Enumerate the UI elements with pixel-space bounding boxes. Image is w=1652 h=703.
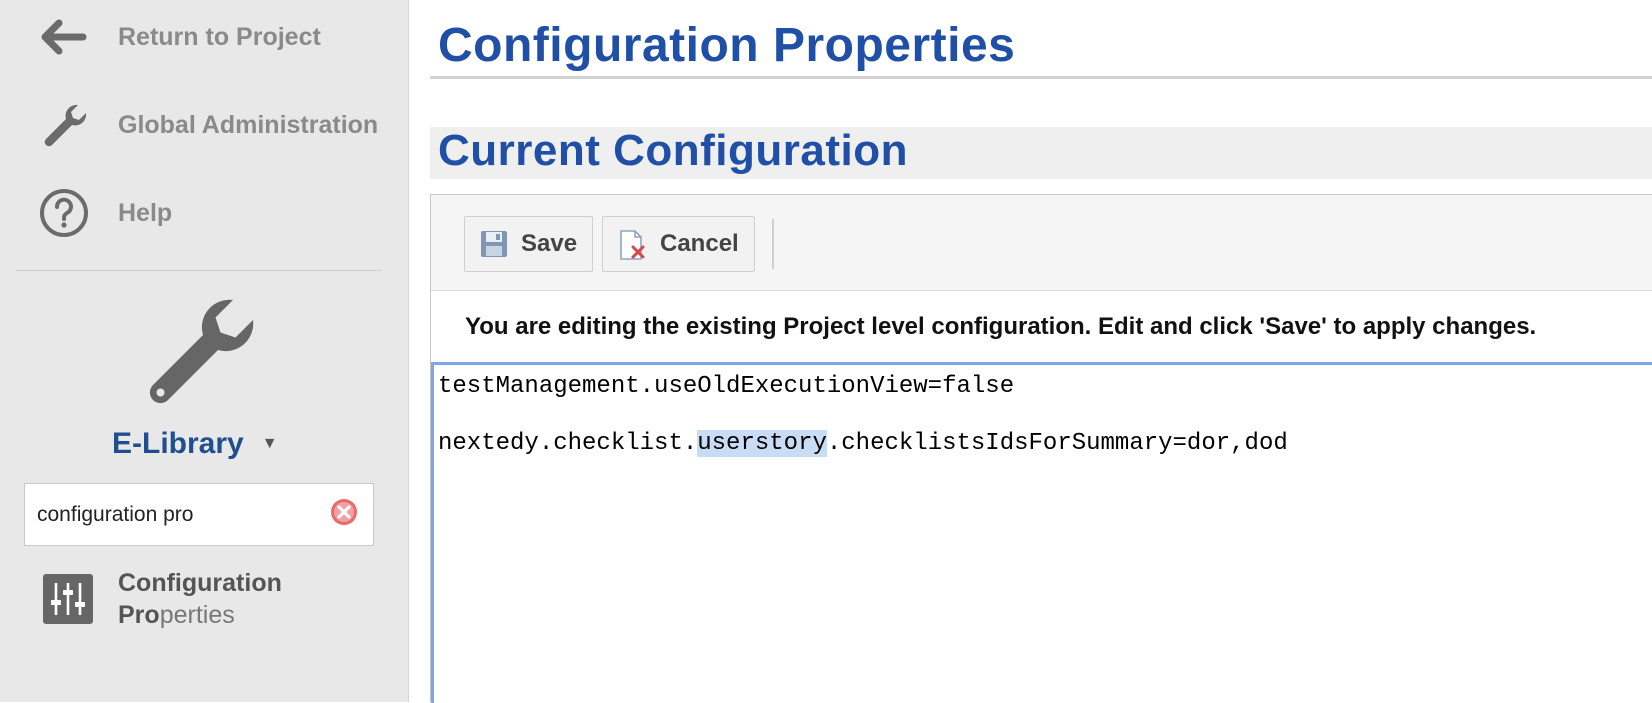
cancel-button[interactable]: Cancel [602, 216, 755, 272]
editing-info-message: You are editing the existing Project lev… [465, 313, 1537, 340]
return-to-project-link[interactable]: Return to Project [0, 2, 409, 72]
wrench-icon [38, 99, 90, 151]
editor-line-2: nextedy.checklist.userstory.checklistsId… [438, 430, 1288, 457]
sidebar: Return to Project Global Administration … [0, 0, 409, 702]
main-content: Configuration Properties Current Configu… [410, 0, 1652, 703]
sidebar-divider [16, 270, 382, 271]
caret-down-icon: ▼ [261, 435, 278, 452]
cancel-label: Cancel [660, 230, 739, 257]
page-title: Configuration Properties [438, 19, 1016, 72]
arrow-left-icon [38, 11, 90, 63]
help-circle-icon [38, 187, 90, 239]
search-result-label: Configuration Properties [118, 567, 282, 631]
navigation-search [24, 483, 374, 546]
cancel-document-icon [617, 229, 647, 260]
help-link[interactable]: Help [0, 178, 409, 248]
editor-text-selection: userstory [697, 430, 827, 457]
global-administration-link[interactable]: Global Administration [0, 90, 409, 160]
editor-line-2-before: nextedy.checklist. [438, 430, 698, 457]
editor-line-1: testManagement.useOldExecutionView=false [438, 373, 1015, 400]
project-wrench-icon [138, 290, 258, 410]
return-to-project-label: Return to Project [118, 22, 321, 51]
toolbar-separator [772, 219, 774, 269]
title-divider [430, 76, 1652, 79]
result-label-line1: Configuration [118, 569, 282, 597]
project-selector[interactable]: E-Library ▼ [112, 427, 278, 461]
section-title: Current Configuration [438, 126, 909, 175]
global-administration-label: Global Administration [118, 110, 379, 139]
save-label: Save [521, 230, 578, 257]
clear-x-icon[interactable] [329, 497, 359, 527]
help-label: Help [118, 198, 173, 227]
floppy-disk-icon [479, 229, 509, 259]
result-label-match: Pro [118, 601, 160, 629]
save-button[interactable]: Save [464, 216, 593, 272]
editor-toolbar: Save Cancel [431, 195, 1652, 291]
sliders-icon [43, 574, 93, 624]
editor-line-2-after: .checklistsIdsForSummary=dor,dod [826, 430, 1288, 457]
search-result-configuration-properties[interactable]: Configuration Properties [40, 565, 390, 635]
result-label-rest: perties [159, 601, 235, 629]
configuration-panel: Save Cancel You are editing the existing… [430, 194, 1652, 703]
project-name: E-Library [112, 427, 244, 460]
search-input[interactable] [37, 484, 327, 545]
configuration-editor[interactable]: testManagement.useOldExecutionView=false… [431, 362, 1652, 703]
